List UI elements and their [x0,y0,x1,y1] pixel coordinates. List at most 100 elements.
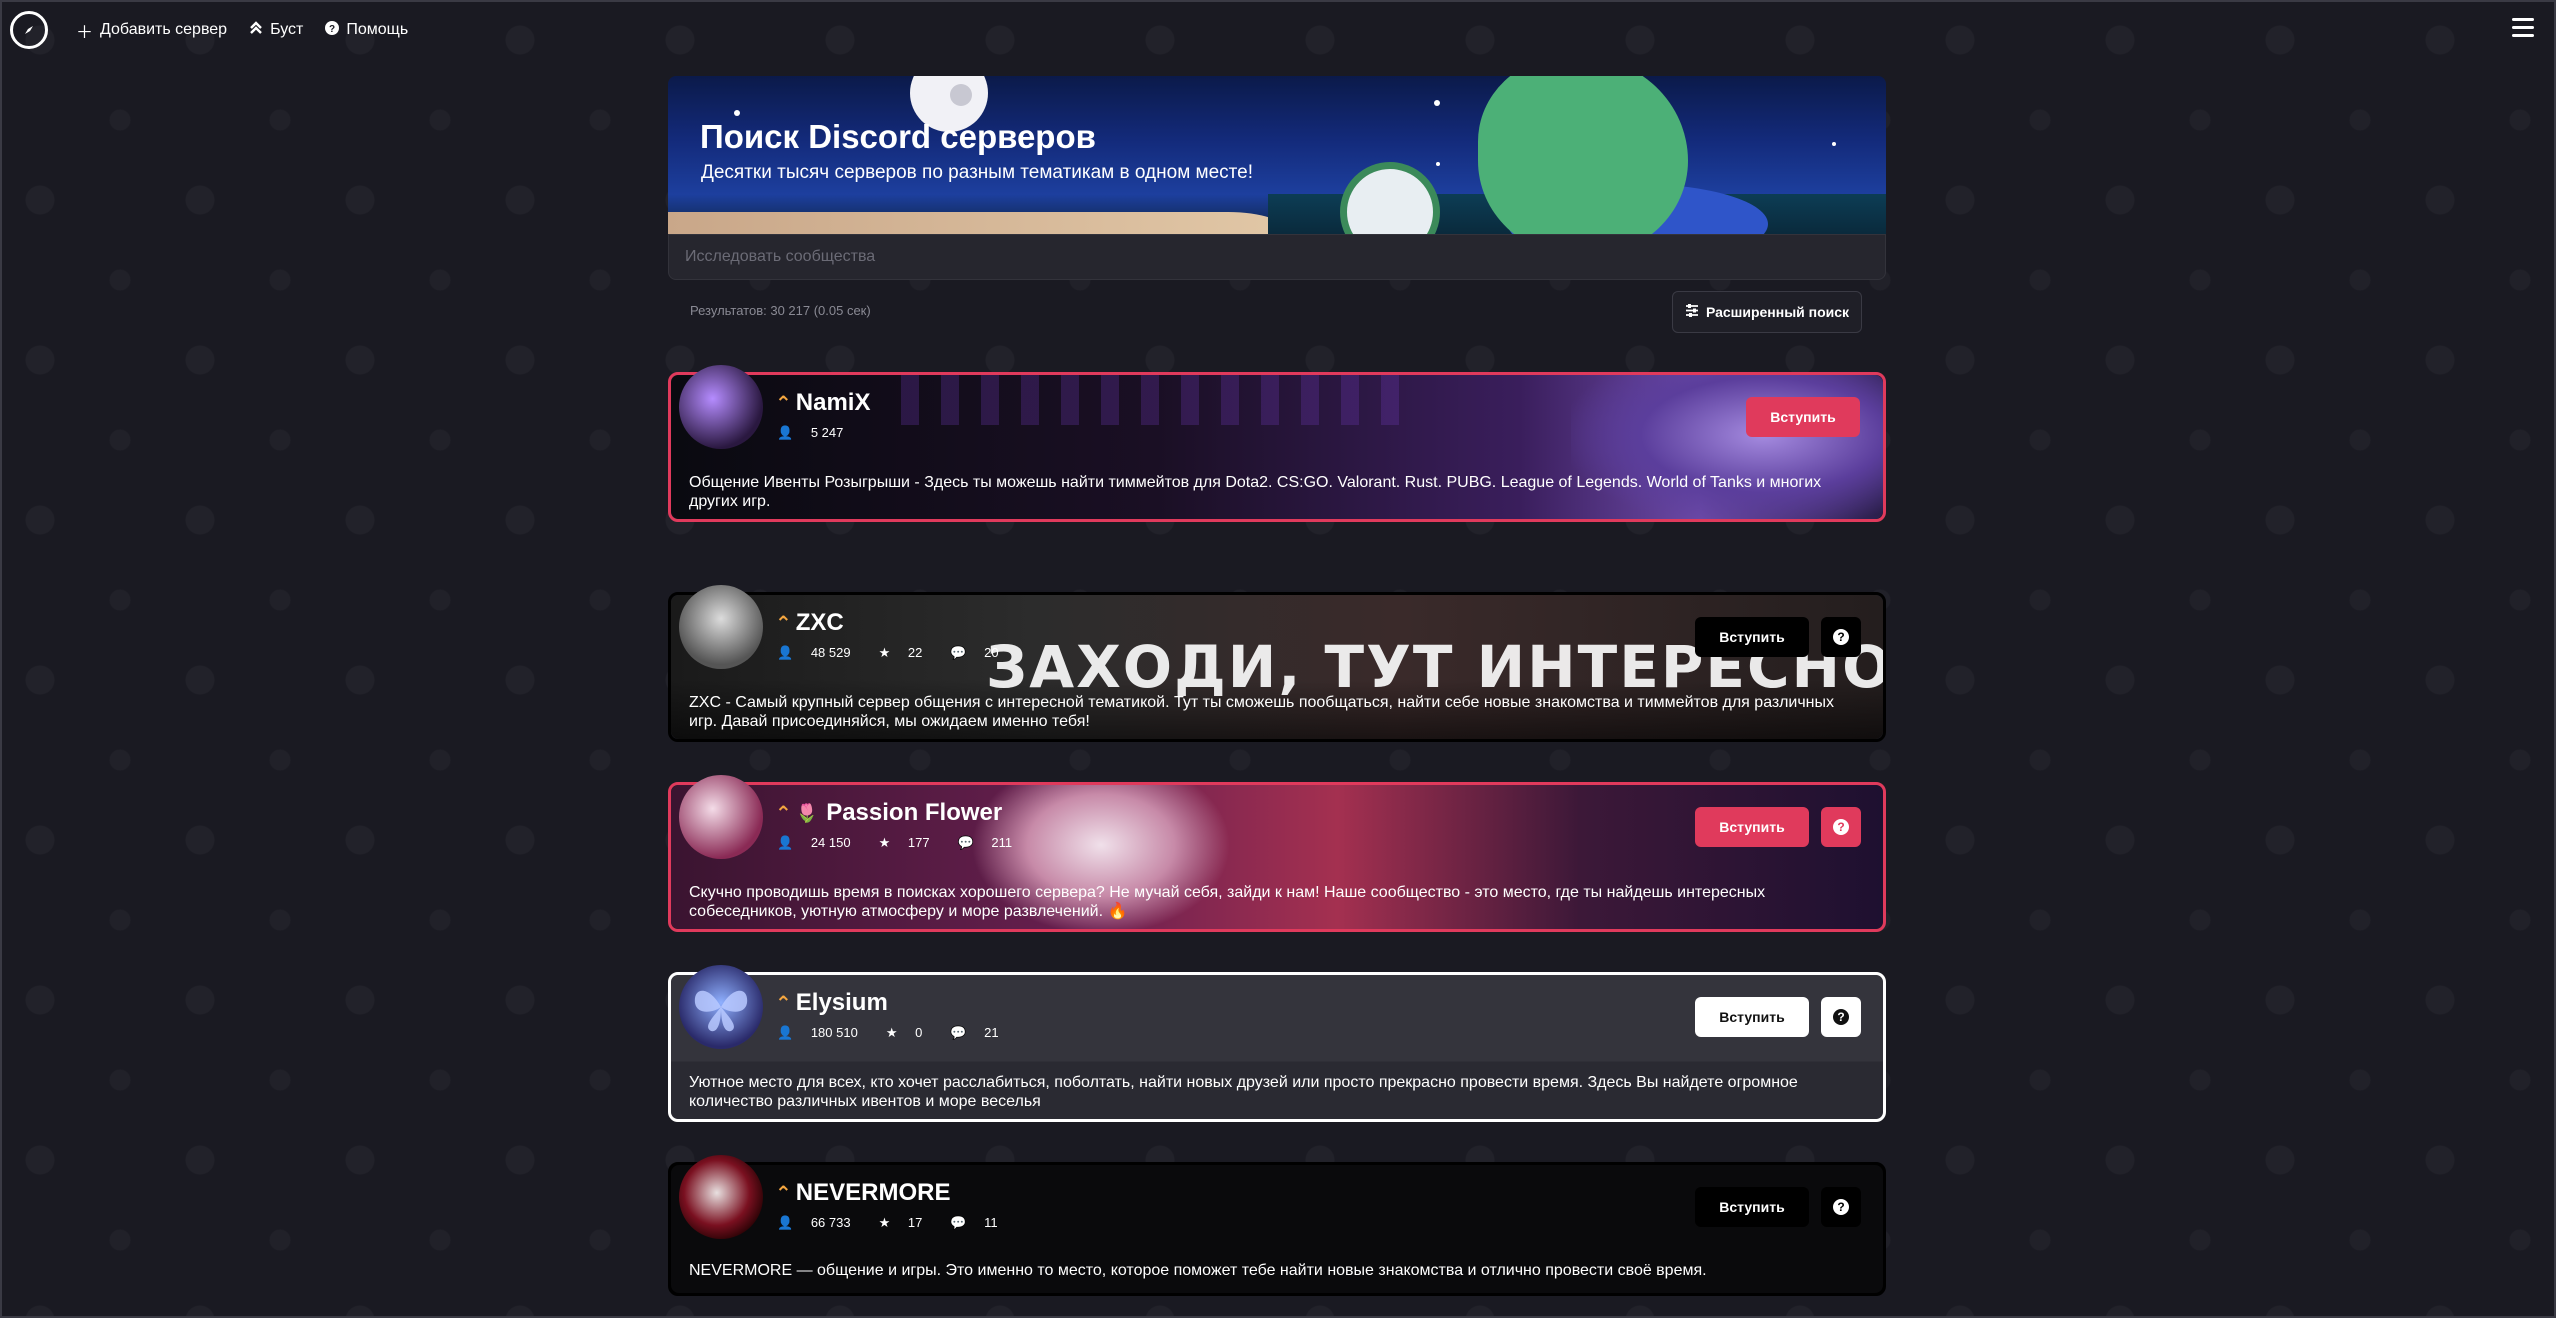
star-decoration [734,110,740,116]
boost-link[interactable]: Буст [249,20,303,40]
server-avatar[interactable] [679,775,763,859]
star-icon: ★ [885,1025,898,1040]
server-avatar[interactable] [679,1155,763,1239]
user-icon: 👤 [777,425,794,440]
info-button[interactable]: ? [1821,997,1861,1037]
stars-count: ★ 17 [878,1215,923,1230]
comment-icon: 💬 [950,645,967,660]
join-button[interactable]: Вступить [1695,807,1809,847]
boost-icon: ⌃ [775,392,792,415]
sliders-icon [1685,304,1699,320]
boost-icon: ⌃ [775,992,792,1015]
question-circle-icon: ? [1833,1009,1849,1025]
members-count: 👤 180 510 [777,1025,858,1040]
info-button[interactable]: ? [1821,617,1861,657]
stars-count: ★ 22 [878,645,923,660]
hamburger-menu-icon[interactable] [2512,18,2534,42]
members-count: 👤 24 150 [777,835,851,850]
server-name[interactable]: Passion Flower [826,799,1002,827]
server-avatar[interactable] [679,365,763,449]
comments-count: 💬 20 [950,645,999,660]
flower-icon: 🌷 [795,802,819,823]
server-name[interactable]: NamiX [796,389,871,417]
comment-icon: 💬 [957,835,974,850]
boost-label: Буст [270,21,304,38]
star-decoration [1436,162,1440,166]
star-decoration [1832,142,1836,146]
server-description: ZXC - Самый крупный сервер общения с инт… [689,694,1835,730]
server-card-elysium: ⌃ Elysium 👤 180 510 ★ 0 💬 21 Вступить ? … [668,965,1886,1122]
add-server-link[interactable]: ＋ Добавить сервер [76,18,227,43]
add-server-label: Добавить сервер [100,21,228,38]
server-name-row: ⌃ NamiX [775,389,870,417]
join-button[interactable]: Вступить [1695,997,1809,1037]
compass-logo-icon[interactable] [10,11,48,49]
comment-icon: 💬 [950,1215,967,1230]
character-decoration [1478,76,1688,234]
butterfly-icon [694,990,748,1032]
server-avatar[interactable] [679,965,763,1049]
server-description: Скучно проводишь время в поисках хорошег… [689,884,1766,920]
stars-count: ★ 177 [878,835,930,850]
comments-count: 💬 211 [957,835,1013,850]
server-card-passion-flower: ⌃ 🌷 Passion Flower 👤 24 150 ★ 177 💬 211 … [668,775,1886,932]
server-description: Уютное место для всех, кто хочет расслаб… [689,1074,1798,1110]
top-navigation: ＋ Добавить сервер Буст ? Помощь [0,0,2556,60]
server-stats: 👤 5 247 [777,425,871,441]
server-name[interactable]: Elysium [796,989,888,1017]
star-icon: ★ [878,835,891,850]
server-description: NEVERMORE — общение и игры. Это именно т… [689,1262,1707,1279]
members-count: 👤 5 247 [777,425,844,440]
question-circle-icon: ? [1833,819,1849,835]
svg-text:?: ? [329,24,335,35]
join-button[interactable]: Вступить [1746,397,1860,437]
comments-count: 💬 21 [950,1025,999,1040]
boost-icon: ⌃ [775,612,792,635]
server-card-nevermore: ⌃ NEVERMORE 👤 66 733 ★ 17 💬 11 Вступить … [668,1155,1886,1296]
server-stats: 👤 180 510 ★ 0 💬 21 [777,1025,1027,1041]
comments-count: 💬 11 [950,1215,998,1230]
server-name-row: ⌃ 🌷 Passion Flower [775,799,1002,827]
beach-decoration [668,212,1288,234]
star-decoration [1434,100,1440,106]
advanced-search-button[interactable]: Расширенный поиск [1672,291,1862,333]
user-icon: 👤 [777,835,794,850]
server-stats: 👤 66 733 ★ 17 💬 11 [777,1215,1026,1231]
server-stats: 👤 24 150 ★ 177 💬 211 [777,835,1040,851]
question-circle-icon: ? [1833,1199,1849,1215]
star-icon: ★ [878,1215,891,1230]
server-name-row: ⌃ ZXC [775,609,844,637]
hero-title: Поиск Discord серверов [700,118,1096,155]
results-count: Результатов: 30 217 (0.05 сек) [690,303,871,318]
server-name-row: ⌃ Elysium [775,989,888,1017]
members-count: 👤 66 733 [777,1215,851,1230]
server-card-zxc: ЗАХОДИ, ТУТ ИНТЕРЕСНО ⌃ ZXC 👤 48 529 ★ 2… [668,585,1886,742]
boost-icon: ⌃ [775,802,792,825]
join-button[interactable]: Вступить [1695,617,1809,657]
info-button[interactable]: ? [1821,1187,1861,1227]
info-button[interactable]: ? [1821,807,1861,847]
search-input[interactable] [669,235,1885,279]
compass-decoration [1340,162,1440,234]
stars-count: ★ 0 [885,1025,923,1040]
join-button[interactable]: Вступить [1695,1187,1809,1227]
server-card-namix: ⌃ NamiX 👤 5 247 Вступить Общение Ивенты … [668,365,1886,522]
server-name[interactable]: NEVERMORE [796,1179,951,1207]
star-icon: ★ [878,645,891,660]
hero-banner: Поиск Discord серверов Десятки тысяч сер… [668,76,1886,234]
server-stats: 👤 48 529 ★ 22 💬 20 [777,645,1027,661]
boost-icon: ⌃ [775,1182,792,1205]
question-circle-icon: ? [325,20,340,40]
comment-icon: 💬 [950,1025,967,1040]
server-name[interactable]: ZXC [796,609,844,637]
server-name-row: ⌃ NEVERMORE [775,1179,950,1207]
server-description: Общение Ивенты Розыгрыши - Здесь ты може… [689,474,1822,510]
help-link[interactable]: ? Помощь [325,20,408,40]
double-chevron-up-icon [249,20,263,40]
members-count: 👤 48 529 [777,645,851,660]
user-icon: 👤 [777,1215,794,1230]
question-circle-icon: ? [1833,629,1849,645]
server-avatar[interactable] [679,585,763,669]
help-label: Помощь [346,21,409,38]
advanced-search-label: Расширенный поиск [1705,304,1850,320]
